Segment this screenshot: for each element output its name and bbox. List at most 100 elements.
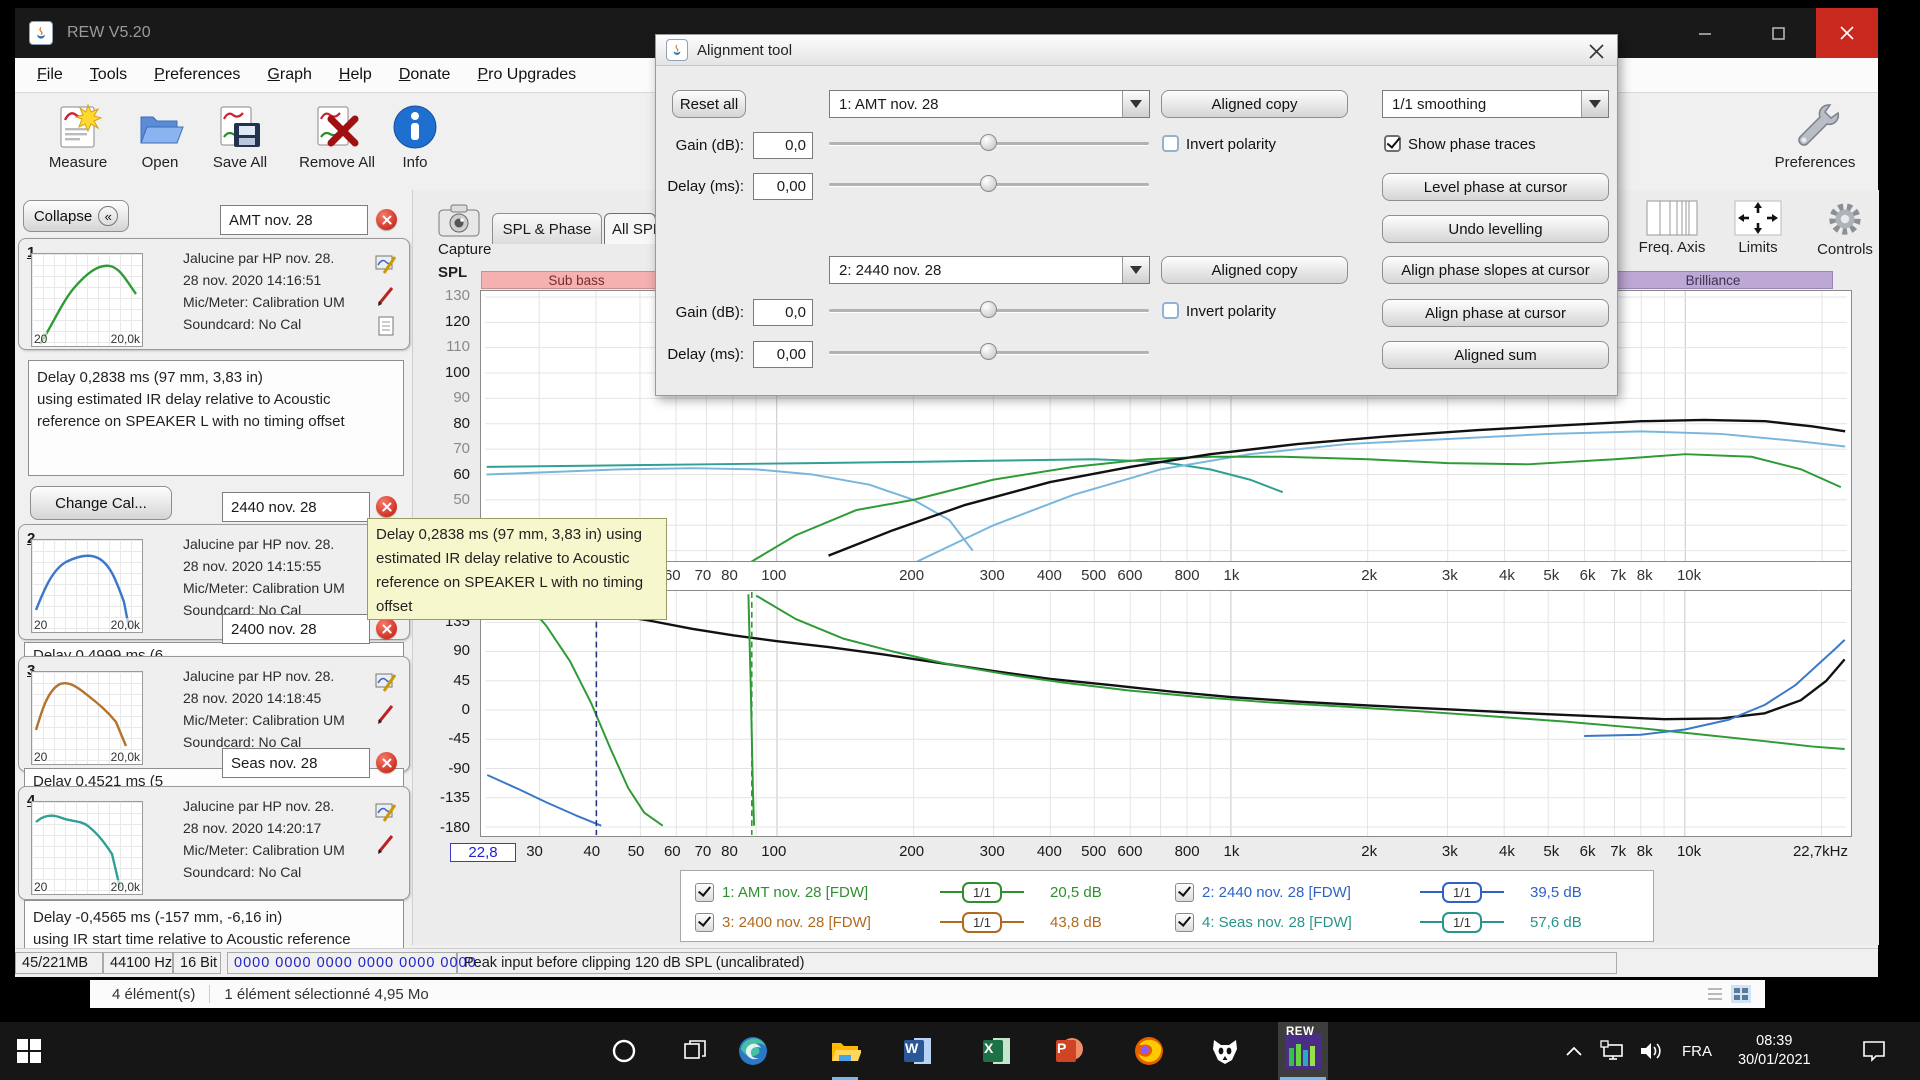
measurement-name-input-2[interactable]: 2440 nov. 28: [222, 492, 370, 522]
legend-entry-2[interactable]: 2: 2440 nov. 28 [FDW] 1/1 39,5 dB: [1175, 879, 1582, 905]
align-phase-slopes-button[interactable]: Align phase slopes at cursor: [1382, 256, 1609, 284]
delay-input-2[interactable]: 0,00: [753, 341, 813, 368]
maximize-button[interactable]: [1747, 8, 1809, 58]
measurement-name-input-4[interactable]: Seas nov. 28: [222, 748, 370, 778]
smoothing-select[interactable]: 1/1 smoothing: [1382, 90, 1609, 118]
filter-icon[interactable]: 1/1: [940, 882, 1050, 903]
slider-thumb[interactable]: [980, 175, 997, 192]
show-phase-traces-checkbox[interactable]: [1384, 135, 1401, 152]
aligned-copy-button-1[interactable]: Aligned copy: [1161, 90, 1348, 118]
delete-measurement-button-2[interactable]: [376, 496, 397, 517]
level-phase-at-cursor-button[interactable]: Level phase at cursor: [1382, 173, 1609, 201]
phase-plot[interactable]: [480, 590, 1852, 837]
page-icon[interactable]: [375, 315, 397, 337]
capture-button[interactable]: Capture: [438, 203, 491, 258]
gain-input-1[interactable]: 0,0: [753, 132, 813, 159]
dropdown-arrow-icon[interactable]: [1581, 91, 1608, 117]
invert-polarity-checkbox-1[interactable]: [1162, 135, 1179, 152]
dropdown-arrow-icon[interactable]: [1122, 257, 1149, 283]
gain-input-2[interactable]: 0,0: [753, 299, 813, 326]
delay-slider-1[interactable]: [829, 174, 1149, 194]
delete-measurement-button-3[interactable]: [376, 618, 397, 639]
measure-button[interactable]: Measure: [33, 103, 123, 171]
collapse-button[interactable]: Collapse «: [23, 200, 129, 232]
legend-checkbox[interactable]: [695, 913, 714, 932]
pencil-icon[interactable]: [375, 703, 397, 725]
task-view-button[interactable]: [672, 1022, 718, 1080]
align-phase-at-cursor-button[interactable]: Align phase at cursor: [1382, 299, 1609, 327]
menu-item[interactable]: Help: [339, 66, 372, 84]
taskbar-powerpoint-icon[interactable]: P: [1047, 1022, 1093, 1080]
menu-item[interactable]: Pro Upgrades: [477, 66, 576, 84]
network-status[interactable]: [1600, 1022, 1626, 1080]
measurement-select-1[interactable]: 1: AMT nov. 28: [829, 90, 1150, 118]
legend-checkbox[interactable]: [1175, 883, 1194, 902]
edit-trace-icon[interactable]: [375, 671, 397, 693]
language-indicator[interactable]: FRA: [1682, 1022, 1712, 1080]
legend-checkbox[interactable]: [1175, 913, 1194, 932]
undo-levelling-button[interactable]: Undo levelling: [1382, 215, 1609, 243]
filter-icon[interactable]: 1/1: [1420, 912, 1530, 933]
gain-slider-2[interactable]: [829, 300, 1149, 320]
tab-all-spl[interactable]: All SPL: [604, 213, 656, 244]
legend-entry-4[interactable]: 4: Seas nov. 28 [FDW] 1/1 57,6 dB: [1175, 909, 1582, 935]
volume-status[interactable]: [1638, 1022, 1664, 1080]
invert-polarity-checkbox-2[interactable]: [1162, 302, 1179, 319]
open-button[interactable]: Open: [120, 103, 200, 171]
taskbar-word-icon[interactable]: W: [895, 1022, 941, 1080]
measurement-select-2[interactable]: 2: 2440 nov. 28: [829, 256, 1150, 284]
pencil-icon[interactable]: [375, 285, 397, 307]
start-button[interactable]: [6, 1022, 52, 1080]
info-button[interactable]: Info: [385, 103, 445, 171]
dialog-close-icon[interactable]: [1585, 40, 1607, 62]
aligned-sum-button[interactable]: Aligned sum: [1382, 341, 1609, 369]
slider-thumb[interactable]: [980, 301, 997, 318]
delete-measurement-button-4[interactable]: [376, 752, 397, 773]
dropdown-arrow-icon[interactable]: [1122, 91, 1149, 117]
tab-spl-phase[interactable]: SPL & Phase: [492, 213, 602, 244]
filter-icon[interactable]: 1/1: [940, 912, 1050, 933]
remove-all-button[interactable]: Remove All: [287, 103, 387, 171]
cortana-button[interactable]: [601, 1022, 647, 1080]
slider-thumb[interactable]: [980, 343, 997, 360]
action-center-button[interactable]: [1862, 1022, 1886, 1080]
taskbar-firefox-icon[interactable]: [1126, 1022, 1172, 1080]
legend-entry-3[interactable]: 3: 2400 nov. 28 [FDW] 1/1 43,8 dB: [695, 909, 1102, 935]
menu-item[interactable]: Donate: [399, 66, 451, 84]
legend-entry-1[interactable]: 1: AMT nov. 28 [FDW] 1/1 20,5 dB: [695, 879, 1102, 905]
menu-item[interactable]: File: [37, 66, 63, 84]
menu-item[interactable]: Tools: [90, 66, 127, 84]
reset-all-button[interactable]: Reset all: [672, 90, 746, 118]
minimize-button[interactable]: [1674, 8, 1736, 58]
filter-icon[interactable]: 1/1: [1420, 882, 1530, 903]
measurement-name-input-3[interactable]: 2400 nov. 28: [222, 614, 370, 644]
edit-trace-icon[interactable]: [375, 253, 397, 275]
delay-input-1[interactable]: 0,00: [753, 173, 813, 200]
grid-view-icon[interactable]: [1731, 985, 1751, 1003]
delay-slider-2[interactable]: [829, 342, 1149, 362]
measurement-card-4[interactable]: 4 20 20,0k Jalucine par HP nov. 28.28 no…: [18, 786, 410, 900]
change-cal-button[interactable]: Change Cal...: [30, 486, 172, 520]
taskbar-foobar2000-icon[interactable]: [1202, 1022, 1248, 1080]
limits-button[interactable]: Limits: [1723, 200, 1793, 256]
gain-slider-1[interactable]: [829, 133, 1149, 153]
taskbar-explorer-icon[interactable]: [822, 1022, 868, 1080]
taskbar-excel-icon[interactable]: X: [974, 1022, 1020, 1080]
measurement-card-1[interactable]: 1 20 20,0k Jalucine par HP nov. 28.28 no…: [18, 238, 410, 350]
aligned-copy-button-2[interactable]: Aligned copy: [1161, 256, 1348, 284]
pencil-icon[interactable]: [375, 833, 397, 855]
legend-checkbox[interactable]: [695, 883, 714, 902]
edit-trace-icon[interactable]: [375, 801, 397, 823]
delete-measurement-button-1[interactable]: [376, 209, 397, 230]
slider-thumb[interactable]: [980, 134, 997, 151]
measurement-name-input-1[interactable]: AMT nov. 28: [220, 205, 368, 235]
tray-chevron[interactable]: [1565, 1022, 1583, 1080]
clock[interactable]: 08:39 30/01/2021: [1738, 1022, 1811, 1080]
menu-item[interactable]: Graph: [267, 66, 311, 84]
menu-item[interactable]: Preferences: [154, 66, 240, 84]
preferences-button[interactable]: Preferences: [1760, 99, 1870, 171]
taskbar-edge-icon[interactable]: [730, 1022, 776, 1080]
save-all-button[interactable]: Save All: [197, 103, 283, 171]
close-button[interactable]: [1816, 8, 1878, 58]
controls-button[interactable]: Controls: [1801, 200, 1889, 258]
